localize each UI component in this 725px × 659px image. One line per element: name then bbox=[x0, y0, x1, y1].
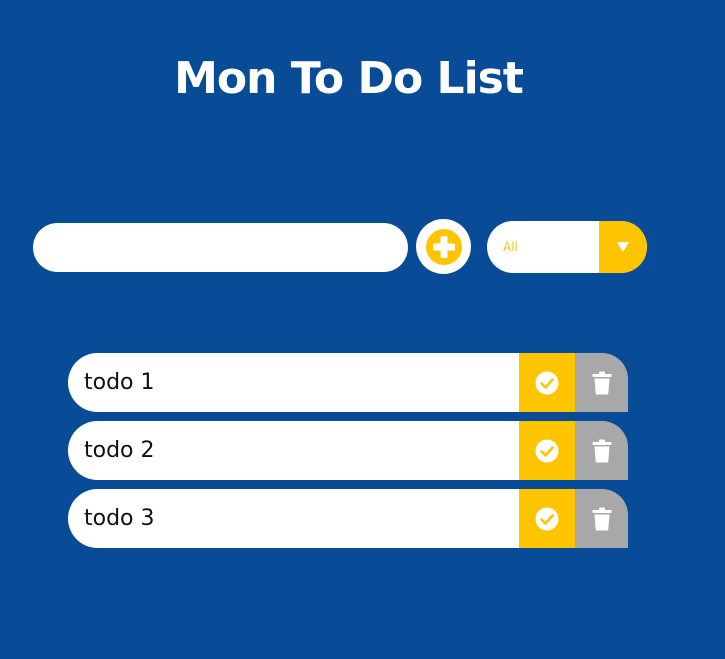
page-title: Mon To Do List bbox=[174, 53, 524, 105]
delete-todo-button[interactable] bbox=[575, 489, 628, 548]
trash-icon bbox=[592, 371, 611, 394]
todo-text: todo 3 bbox=[84, 506, 155, 531]
complete-todo-button[interactable] bbox=[519, 421, 575, 480]
todo-text: todo 2 bbox=[84, 438, 155, 463]
filter-dropdown-toggle[interactable] bbox=[599, 221, 647, 273]
delete-todo-button[interactable] bbox=[575, 353, 628, 412]
todo-list: todo 1 todo 2 todo 3 bbox=[68, 353, 628, 557]
complete-todo-button[interactable] bbox=[519, 353, 575, 412]
check-circle-icon bbox=[535, 507, 559, 530]
trash-icon bbox=[592, 439, 611, 462]
add-todo-button[interactable] bbox=[416, 219, 471, 274]
todo-item: todo 3 bbox=[68, 489, 628, 548]
filter-select[interactable]: All bbox=[487, 221, 647, 273]
todo-text: todo 1 bbox=[84, 370, 155, 395]
check-circle-icon bbox=[535, 439, 559, 462]
plus-circle-icon bbox=[425, 228, 462, 265]
todo-input[interactable] bbox=[33, 223, 408, 272]
caret-down-icon bbox=[617, 242, 629, 252]
todo-item: todo 1 bbox=[68, 353, 628, 412]
check-circle-icon bbox=[535, 371, 559, 394]
todo-item: todo 2 bbox=[68, 421, 628, 480]
filter-selected-value: All bbox=[503, 240, 518, 254]
complete-todo-button[interactable] bbox=[519, 489, 575, 548]
delete-todo-button[interactable] bbox=[575, 421, 628, 480]
trash-icon bbox=[592, 507, 611, 530]
